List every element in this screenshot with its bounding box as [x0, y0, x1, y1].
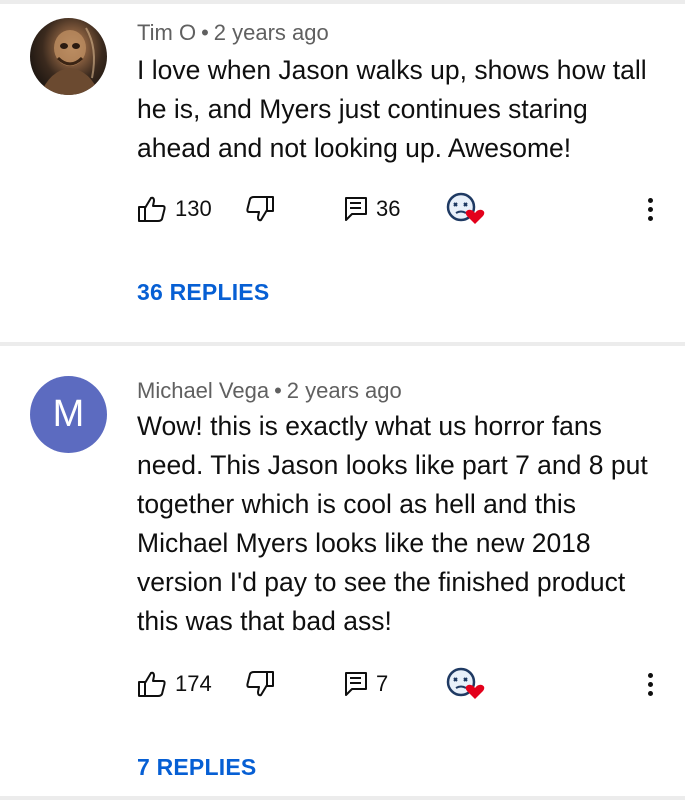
- view-replies-link[interactable]: 36 REPLIES: [137, 279, 269, 306]
- comment-meta: Michael Vega • 2 years ago: [137, 378, 402, 404]
- comment-icon: [345, 672, 367, 696]
- comment-author[interactable]: Tim O: [137, 20, 196, 45]
- more-dot: [647, 690, 653, 696]
- reply-button[interactable]: 7: [344, 667, 388, 701]
- reply-button[interactable]: 36: [344, 192, 400, 226]
- creator-heart-icon: [446, 667, 485, 699]
- comment-author[interactable]: Michael Vega: [137, 378, 269, 403]
- avatar-letter: M: [52, 393, 85, 435]
- like-count: 174: [175, 671, 212, 696]
- like-button[interactable]: 174: [137, 667, 212, 701]
- comment-timestamp[interactable]: 2 years ago: [287, 378, 402, 403]
- creator-heart-badge: [445, 192, 485, 226]
- top-divider: [0, 0, 685, 4]
- comment-actions: 174 7: [137, 667, 677, 701]
- comment-text: Wow! this is exactly what us horror fans…: [137, 411, 648, 636]
- thumbs-down-icon: [246, 196, 274, 222]
- meta-separator: •: [274, 378, 282, 403]
- like-button[interactable]: 130: [137, 192, 212, 226]
- more-dot: [647, 206, 653, 212]
- meta-separator: •: [201, 20, 209, 45]
- thumbs-down-icon: [246, 671, 274, 697]
- creator-heart-badge: [445, 667, 485, 701]
- comment-divider: [0, 342, 685, 346]
- more-options-button[interactable]: [640, 667, 660, 701]
- thumbs-up-icon: [138, 671, 166, 697]
- avatar[interactable]: [30, 18, 107, 95]
- dislike-button[interactable]: [245, 667, 275, 701]
- more-dot: [647, 681, 653, 687]
- comment-timestamp[interactable]: 2 years ago: [214, 20, 329, 45]
- comment-icon: [345, 197, 367, 221]
- view-replies-link[interactable]: 7 REPLIES: [137, 754, 256, 781]
- reply-count: 7: [376, 671, 389, 696]
- avatar[interactable]: M: [30, 376, 107, 453]
- comment-divider: [0, 796, 685, 800]
- comment-actions: 130 36: [137, 192, 677, 226]
- horror-figure-photo-icon: [40, 27, 100, 95]
- creator-heart-icon: [446, 192, 485, 224]
- reply-count: 36: [376, 196, 401, 221]
- comment-text: I love when Jason walks up, shows how ta…: [137, 55, 647, 163]
- more-options-button[interactable]: [640, 192, 660, 226]
- like-count: 130: [175, 196, 212, 221]
- more-dot: [647, 672, 653, 678]
- more-dot: [647, 215, 653, 221]
- more-dot: [647, 197, 653, 203]
- comment-meta: Tim O • 2 years ago: [137, 20, 329, 46]
- thumbs-up-icon: [138, 196, 166, 222]
- dislike-button[interactable]: [245, 192, 275, 226]
